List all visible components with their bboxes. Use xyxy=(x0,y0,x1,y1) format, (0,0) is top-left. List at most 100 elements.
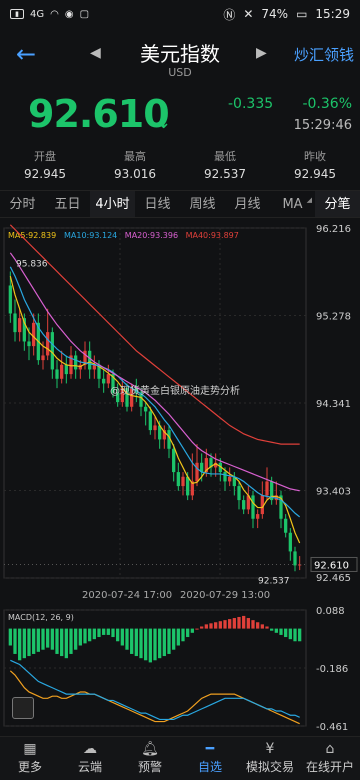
macd-bar xyxy=(251,620,255,629)
tab-daily[interactable]: 日线 xyxy=(135,191,180,217)
candle-body xyxy=(144,406,148,412)
macd-bar xyxy=(130,628,134,654)
nav-more[interactable]: ▦ 更多 xyxy=(0,737,60,780)
macd-bar xyxy=(270,628,274,631)
status-right: Ⓝ ✕ 74% ▭ 15:29 xyxy=(223,6,350,23)
macd-bar xyxy=(218,621,222,629)
current-price-label: 92.610 xyxy=(314,560,349,571)
macd-bar xyxy=(46,628,50,648)
macd-bar xyxy=(256,622,260,629)
ma-legend-item: MA10:93.124 xyxy=(64,231,117,240)
macd-bar xyxy=(8,628,12,646)
stat-value: 92.945 xyxy=(294,167,336,181)
candle-body xyxy=(18,318,22,333)
macd-bar xyxy=(298,628,302,642)
candle-body xyxy=(55,369,59,379)
stat-label: 昨收 xyxy=(304,150,326,163)
stat-prev-close: 昨收 92.945 xyxy=(270,148,360,186)
macd-bar xyxy=(139,628,143,659)
macd-bar xyxy=(64,628,68,659)
candle-body xyxy=(176,472,180,487)
stats-row: 开盘 92.945 最高 93.016 最低 92.537 昨收 92.945 xyxy=(0,148,360,186)
tab-ma-label: MA xyxy=(282,197,303,212)
tab-five-day[interactable]: 五日 xyxy=(45,191,90,217)
nav-label: 自选 xyxy=(197,760,222,774)
macd-bar xyxy=(22,628,26,659)
nav-label: 更多 xyxy=(17,760,42,774)
macd-bar xyxy=(125,628,129,650)
candle-body xyxy=(27,341,31,347)
forex-promo-link[interactable]: 炒汇领钱 xyxy=(294,44,354,65)
macd-bar xyxy=(97,628,101,638)
status-left: ▮ 4G ◠ ◉ ▢ xyxy=(10,9,89,20)
bank-icon: ⌂ xyxy=(325,741,335,757)
stat-low: 最低 92.537 xyxy=(180,148,270,186)
nav-open-account[interactable]: ⌂ 在线开户 xyxy=(300,737,360,780)
candle-body xyxy=(148,411,152,431)
y-tick-label: 95.278 xyxy=(316,312,351,323)
candle-body xyxy=(50,332,54,370)
macd-bar xyxy=(172,628,176,650)
macd-dif-line xyxy=(9,670,300,725)
nav-label: 模拟交易 xyxy=(245,760,294,774)
notification-icon: ▢ xyxy=(79,8,90,20)
macd-bar xyxy=(284,628,288,638)
nav-watchlist[interactable]: ━ 自选 xyxy=(180,737,240,780)
nav-cloud[interactable]: ☁ 云端 xyxy=(60,737,120,780)
candle-body xyxy=(8,285,12,314)
nav-sim-trade[interactable]: ¥ 模拟交易 xyxy=(240,737,300,780)
tab-ma[interactable]: MA ◢ xyxy=(270,191,315,217)
macd-label: MACD(12, 26, 9) xyxy=(8,613,74,622)
tab-weekly[interactable]: 周线 xyxy=(180,191,225,217)
macd-bar xyxy=(246,618,250,629)
quote-panel: 92.610 ↓ -0.335 -0.36% 15:29:46 xyxy=(0,86,360,142)
macd-bar xyxy=(209,623,213,629)
bell-icon: 🔔︎ xyxy=(141,741,159,757)
battery-icon: ▭ xyxy=(296,7,308,21)
quote-time: 15:29:46 xyxy=(293,118,352,133)
bottom-nav: ▦ 更多 ☁ 云端 🔔︎ 预警 ━ 自选 ¥ 模拟交易 ⌂ 在线开户 xyxy=(0,736,360,780)
tab-4hour[interactable]: 4小时 xyxy=(90,191,135,217)
macd-y-tick-label: -0.186 xyxy=(316,664,348,675)
candlestick-chart[interactable]: 96.216 95.278 94.341 93.403 92.465 2020-07-24… xyxy=(0,220,360,605)
macd-bar xyxy=(167,628,171,654)
macd-bar xyxy=(158,628,162,659)
tab-monthly[interactable]: 月线 xyxy=(225,191,270,217)
macd-bar xyxy=(176,628,180,646)
nav-alert[interactable]: 🔔︎ 预警 xyxy=(120,737,180,780)
macd-bar xyxy=(195,628,199,630)
ma-legend-item: MA5:92.839 xyxy=(8,231,56,240)
macd-bar xyxy=(232,618,236,629)
drawing-tool-button[interactable] xyxy=(12,697,34,719)
macd-bar xyxy=(190,628,194,633)
clock-label: 15:29 xyxy=(315,7,350,21)
candle-body xyxy=(242,500,246,510)
low-annotation: 92.537 xyxy=(258,576,290,586)
candle-body xyxy=(293,551,297,566)
macd-bar xyxy=(186,628,190,638)
candle-body xyxy=(153,425,157,431)
candle-body xyxy=(237,486,241,501)
macd-bar xyxy=(293,628,297,642)
y-tick-label: 92.465 xyxy=(316,573,351,584)
nav-label: 预警 xyxy=(137,760,162,774)
macd-bar xyxy=(200,626,204,629)
signal-icon: ▮ xyxy=(10,9,24,19)
next-instrument-icon[interactable]: ▶ xyxy=(256,45,267,61)
ma5-line xyxy=(9,276,301,544)
tab-intraday[interactable]: 分时 xyxy=(0,191,45,217)
macd-chart[interactable]: 0.088 -0.186 -0.461 MACD(12, 26, 9) xyxy=(0,606,360,734)
nav-label: 在线开户 xyxy=(305,760,354,774)
ma-legend-item: MA40:93.897 xyxy=(186,231,239,240)
macd-bar xyxy=(242,615,246,629)
tab-ticks[interactable]: 分笔 xyxy=(315,191,360,217)
stat-value: 92.537 xyxy=(204,167,246,181)
stat-label: 开盘 xyxy=(34,150,56,163)
yen-icon: ¥ xyxy=(265,741,275,757)
candle-body xyxy=(251,495,255,519)
macd-bar xyxy=(55,628,59,654)
macd-bar xyxy=(153,628,157,661)
x-tick-label: 2020-07-24 17:00 xyxy=(82,590,172,601)
stat-label: 最低 xyxy=(214,150,236,163)
battery-label: 74% xyxy=(261,7,289,21)
